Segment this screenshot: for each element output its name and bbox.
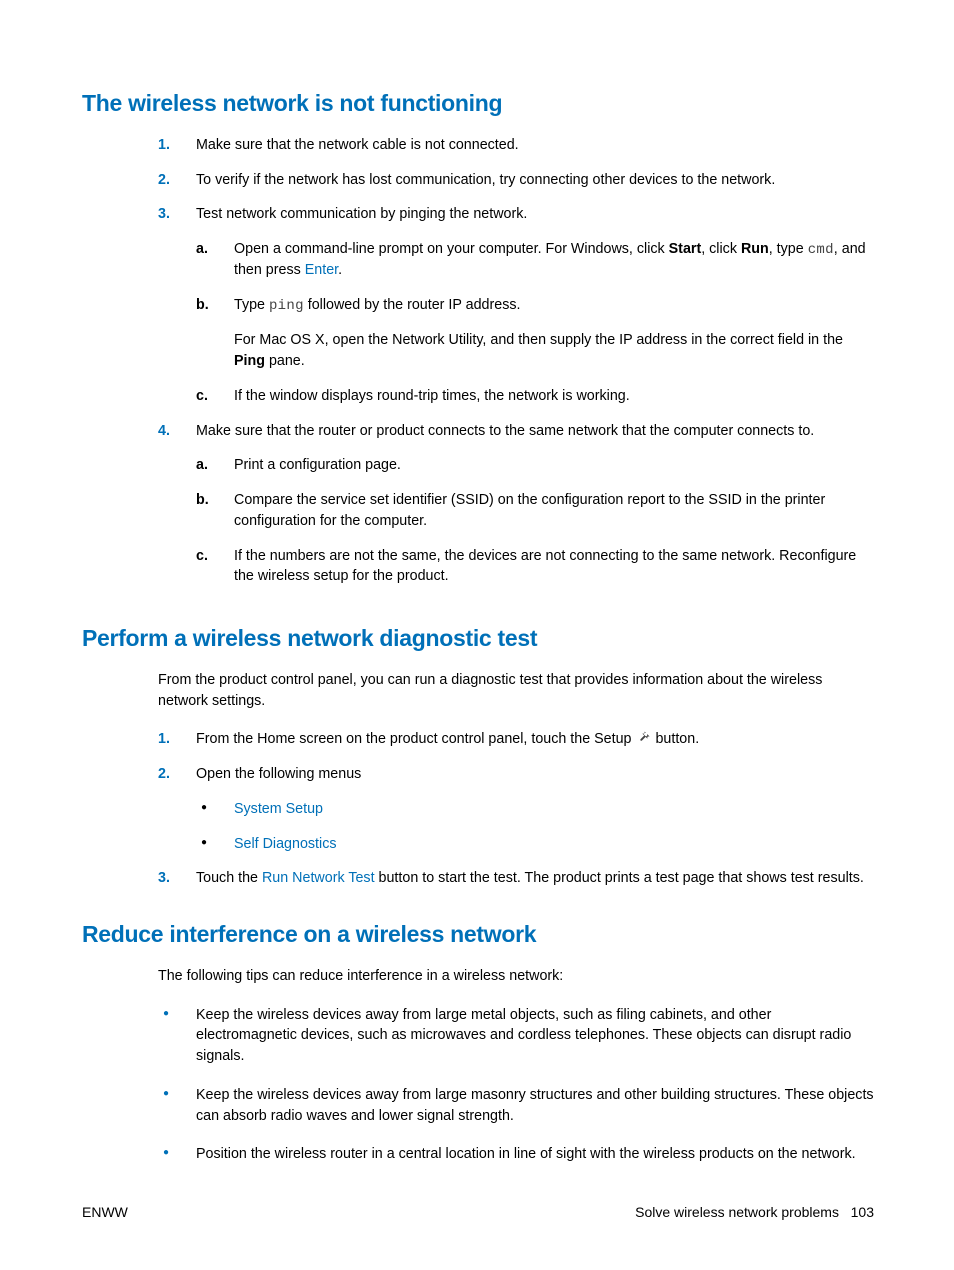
section2-intro: From the product control panel, you can … xyxy=(158,670,874,711)
heading-wireless-not-functioning: The wireless network is not functioning xyxy=(82,90,874,117)
link-run-network-test: Run Network Test xyxy=(262,870,375,886)
heading-diagnostic-test: Perform a wireless network diagnostic te… xyxy=(82,625,874,652)
text: Open a command-line prompt on your compu… xyxy=(234,241,669,257)
text: pane. xyxy=(265,353,305,369)
text: . xyxy=(338,262,342,278)
text: From the Home screen on the product cont… xyxy=(196,731,635,747)
text: Touch the xyxy=(196,870,262,886)
bold-run: Run xyxy=(741,241,769,257)
section1-list: Make sure that the network cable is not … xyxy=(158,135,874,587)
tip-3: Position the wireless router in a centra… xyxy=(158,1144,874,1165)
s2-item1: From the Home screen on the product cont… xyxy=(158,729,874,750)
text: For Mac OS X, open the Network Utility, … xyxy=(234,332,843,348)
section3-intro: The following tips can reduce interferen… xyxy=(158,966,874,987)
page-number: 103 xyxy=(851,1204,874,1220)
section2-list: From the Home screen on the product cont… xyxy=(158,729,874,889)
s1-item1: Make sure that the network cable is not … xyxy=(158,135,874,156)
s1-item3-sublist: Open a command-line prompt on your compu… xyxy=(196,239,874,406)
footer-section-title: Solve wireless network problems xyxy=(635,1204,839,1220)
heading-reduce-interference: Reduce interference on a wireless networ… xyxy=(82,921,874,948)
s1-item4-sublist: Print a configuration page. Compare the … xyxy=(196,455,874,587)
code-cmd: cmd xyxy=(808,242,834,258)
link-enter: Enter xyxy=(305,262,338,278)
s1-item4-a: Print a configuration page. xyxy=(196,455,874,476)
text: button. xyxy=(651,731,699,747)
bold-ping: Ping xyxy=(234,353,265,369)
text: button to start the test. The product pr… xyxy=(375,870,864,886)
s2-item2-bullets: System Setup Self Diagnostics xyxy=(196,799,874,854)
setup-wrench-icon xyxy=(635,731,651,745)
text: Open the following menus xyxy=(196,766,361,782)
text: Type xyxy=(234,297,269,313)
text: followed by the router IP address. xyxy=(304,297,521,313)
s2-item2: Open the following menus System Setup Se… xyxy=(158,764,874,854)
s2-item3: Touch the Run Network Test button to sta… xyxy=(158,868,874,889)
s1-item3-text: Test network communication by pinging th… xyxy=(196,206,527,222)
code-ping: ping xyxy=(269,298,304,314)
footer-left: ENWW xyxy=(82,1204,128,1220)
link-self-diagnostics: Self Diagnostics xyxy=(234,836,337,852)
s1-item4-c: If the numbers are not the same, the dev… xyxy=(196,546,874,587)
tip-1: Keep the wireless devices away from larg… xyxy=(158,1005,874,1067)
s1-item3-a: Open a command-line prompt on your compu… xyxy=(196,239,874,281)
s1-item4-text: Make sure that the router or product con… xyxy=(196,423,814,439)
s1-item3-b-para: For Mac OS X, open the Network Utility, … xyxy=(234,330,874,371)
text: , click xyxy=(701,241,741,257)
text: , type xyxy=(769,241,808,257)
bullet-self-diagnostics: Self Diagnostics xyxy=(196,834,874,855)
page-footer: ENWW Solve wireless network problems 103 xyxy=(82,1204,874,1220)
section3-tips: Keep the wireless devices away from larg… xyxy=(158,1005,874,1165)
footer-right: Solve wireless network problems 103 xyxy=(635,1204,874,1220)
s1-item3-b: Type ping followed by the router IP addr… xyxy=(196,295,874,372)
link-system-setup: System Setup xyxy=(234,801,323,817)
s1-item4: Make sure that the router or product con… xyxy=(158,421,874,587)
tip-2: Keep the wireless devices away from larg… xyxy=(158,1085,874,1126)
bold-start: Start xyxy=(669,241,702,257)
s1-item3-c: If the window displays round-trip times,… xyxy=(196,386,874,407)
s1-item4-b: Compare the service set identifier (SSID… xyxy=(196,490,874,531)
bullet-system-setup: System Setup xyxy=(196,799,874,820)
s1-item3: Test network communication by pinging th… xyxy=(158,204,874,406)
s1-item2: To verify if the network has lost commun… xyxy=(158,170,874,191)
